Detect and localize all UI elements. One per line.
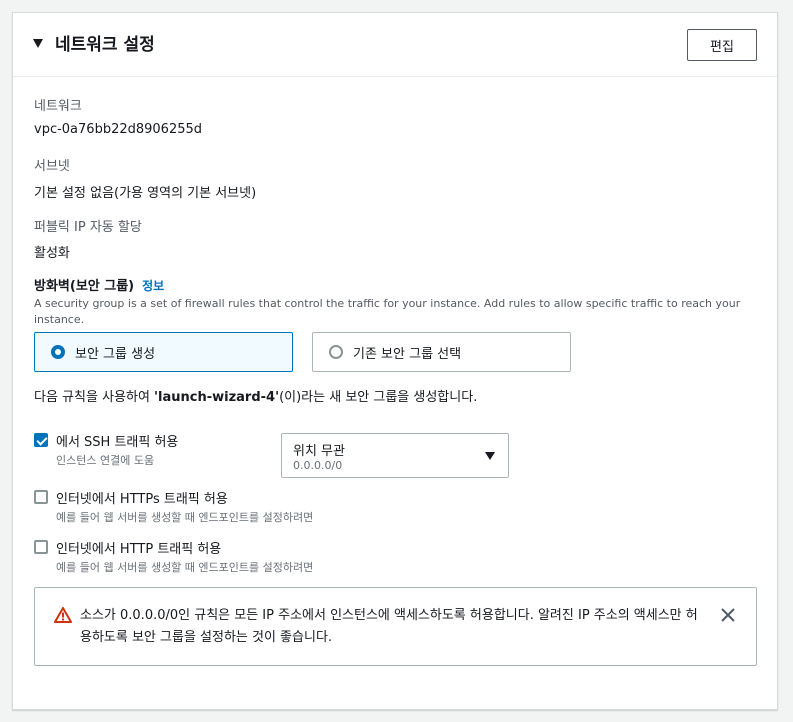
create-security-group-option[interactable]: 보안 그룹 생성	[34, 332, 293, 372]
network-settings-panel: 네트워크 설정 편집 네트워크 vpc-0a76bb22d8906255d 서브…	[12, 12, 778, 710]
ssh-checkbox[interactable]	[34, 433, 48, 447]
https-rule-label[interactable]: 인터넷에서 HTTPs 트래픽 허용	[56, 488, 228, 507]
panel-title[interactable]: 네트워크 설정	[55, 30, 155, 55]
ssh-rule-label[interactable]: 에서 SSH 트래픽 허용	[56, 431, 178, 450]
radio-unselected-icon[interactable]	[329, 345, 343, 359]
public-ip-value: 활성화	[34, 246, 70, 261]
dropdown-caret-icon[interactable]	[485, 452, 495, 460]
firewall-description: A security group is a set of firewall ru…	[34, 297, 741, 326]
subnet-label: 서브넷	[34, 159, 70, 174]
firewall-title: 방화벽(보안 그룹) 정보	[34, 275, 164, 294]
radio-selected-icon[interactable]	[51, 345, 65, 359]
http-rule-label[interactable]: 인터넷에서 HTTP 트래픽 허용	[56, 538, 221, 557]
panel-header: 네트워크 설정 편집	[13, 13, 777, 77]
select-existing-group-option[interactable]: 기존 보안 그룹 선택	[312, 332, 571, 372]
edit-button[interactable]: 편집	[687, 29, 757, 61]
create-security-group-label: 보안 그룹 생성	[75, 346, 156, 362]
warning-icon	[54, 607, 72, 623]
public-ip-label: 퍼블릭 IP 자동 할당	[34, 220, 142, 235]
rules-sentence: 다음 규칙을 사용하여 'launch-wizard-4'(이)라는 새 보안 …	[34, 386, 477, 405]
firewall-title-text: 방화벽(보안 그룹)	[34, 279, 135, 294]
network-value: vpc-0a76bb22d8906255d	[34, 122, 203, 137]
ssh-rule-description: 인스턴스 연결에 도움	[56, 454, 155, 467]
network-label: 네트워크	[34, 99, 82, 114]
http-checkbox[interactable]	[34, 540, 48, 554]
http-rule-description: 예를 들어 웹 서버를 생성할 때 엔드포인트를 설정하려면	[56, 561, 314, 574]
https-checkbox[interactable]	[34, 490, 48, 504]
close-icon[interactable]	[719, 606, 737, 624]
rules-suffix: (이)라는 새 보안 그룹을 생성합니다.	[279, 390, 478, 405]
caret-down-icon[interactable]	[33, 39, 43, 48]
source-value: 위치 무관	[293, 444, 345, 459]
info-link[interactable]: 정보	[142, 279, 164, 293]
warning-alert: 소스가 0.0.0.0/0인 규칙은 모든 IP 주소에서 인스턴스에 액세스하…	[34, 587, 757, 666]
alert-text: 소스가 0.0.0.0/0인 규칙은 모든 IP 주소에서 인스턴스에 액세스하…	[80, 608, 698, 645]
https-rule-description: 예를 들어 웹 서버를 생성할 때 엔드포인트를 설정하려면	[56, 511, 314, 524]
ssh-source-select[interactable]: 위치 무관 0.0.0.0/0	[281, 433, 509, 478]
subnet-value: 기본 설정 없음(가용 영역의 기본 서브넷)	[34, 186, 257, 201]
group-name: 'launch-wizard-4'	[154, 390, 280, 405]
source-cidr: 0.0.0.0/0	[293, 459, 343, 472]
select-existing-group-label: 기존 보안 그룹 선택	[353, 346, 462, 362]
rules-prefix: 다음 규칙을 사용하여	[34, 390, 155, 405]
